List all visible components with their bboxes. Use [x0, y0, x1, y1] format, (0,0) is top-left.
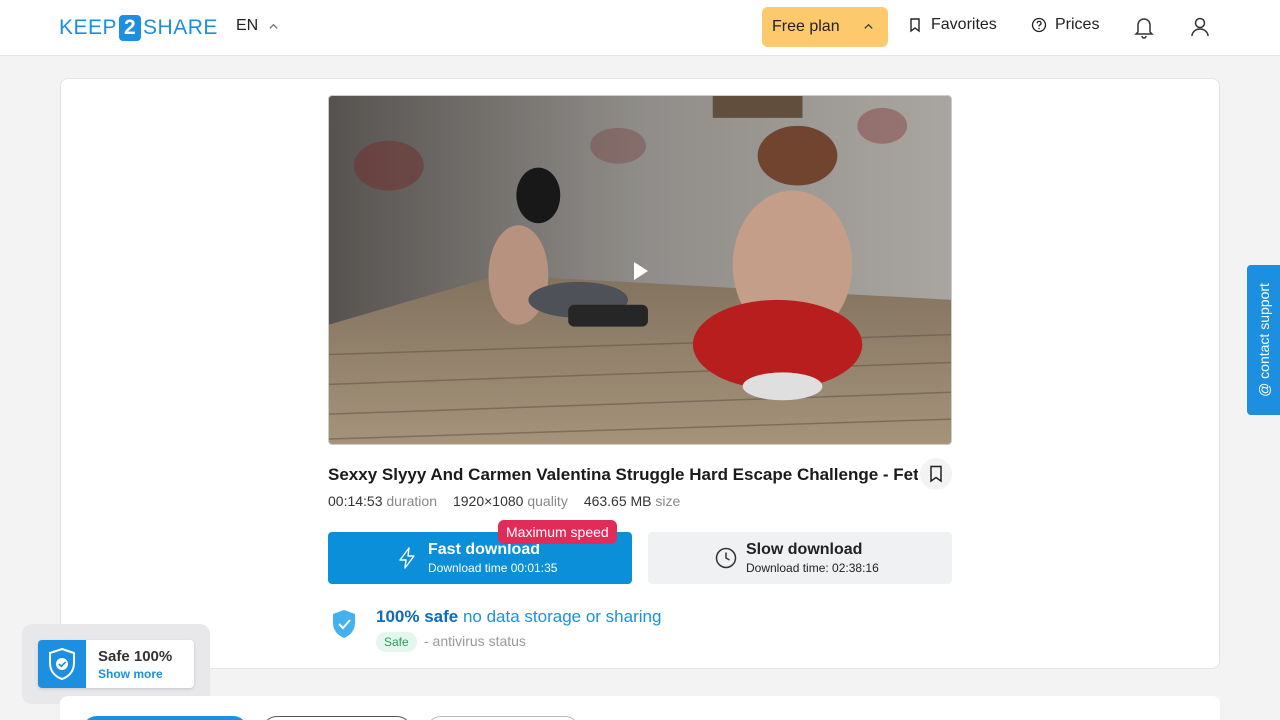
antivirus-badge: Safe	[376, 632, 417, 652]
tab-pill[interactable]	[262, 716, 412, 720]
contact-support-tab[interactable]: @ contact support	[1247, 265, 1280, 415]
quality-value: 1920×1080	[452, 493, 524, 509]
logo-share: SHARE	[143, 15, 218, 39]
slow-download-label: Slow download	[746, 541, 863, 558]
play-icon[interactable]	[628, 259, 652, 283]
safe-widget-icon-box	[38, 640, 86, 688]
safe-widget-card[interactable]: Safe 100% Show more	[38, 640, 194, 688]
user-icon[interactable]	[1187, 14, 1213, 40]
favorites-label: Favorites	[931, 16, 997, 33]
slow-download-button[interactable]: Slow download Download time: 02:38:16	[648, 532, 952, 584]
question-circle-icon	[1031, 17, 1047, 33]
bell-icon[interactable]	[1131, 14, 1157, 40]
duration-value: 00:14:53	[328, 493, 383, 509]
logo-keep: KEEP	[59, 15, 118, 39]
shield-check-icon	[49, 647, 75, 681]
clock-icon	[715, 547, 737, 569]
tab-pill[interactable]	[426, 716, 580, 720]
top-bar: KEEP 2 SHARE EN Free plan Favorites Pric…	[0, 0, 1280, 56]
chevron-up-icon	[269, 23, 278, 29]
bookmark-icon	[910, 18, 920, 33]
maximum-speed-badge: Maximum speed	[498, 520, 617, 544]
safe-widget-title: Safe 100%	[98, 648, 173, 665]
shield-check-icon	[333, 610, 355, 638]
duration-label: duration	[386, 493, 437, 509]
logo[interactable]: KEEP 2 SHARE	[59, 14, 218, 41]
contact-support-label: @ contact support	[1255, 283, 1272, 397]
slow-download-time: Download time: 02:38:16	[746, 561, 879, 575]
quality-label: quality	[527, 493, 568, 509]
antivirus-status-label: - antivirus status	[424, 633, 526, 649]
file-meta: 00:14:53 duration 1920×1080 quality 463.…	[328, 493, 680, 509]
tab-pill-active[interactable]	[82, 716, 248, 720]
show-more-link[interactable]: Show more	[98, 667, 163, 681]
safety-statement: 100% safe no data storage or sharing	[376, 607, 661, 627]
lightning-icon	[399, 547, 415, 569]
size-value: 463.65 MB	[583, 493, 652, 509]
free-plan-label: Free plan	[772, 18, 840, 35]
prices-label: Prices	[1055, 16, 1100, 33]
bookmark-icon	[930, 465, 942, 483]
bookmark-button[interactable]	[920, 458, 952, 490]
language-selector[interactable]: EN	[236, 17, 279, 35]
safety-strong: 100% safe	[376, 607, 459, 626]
prices-link[interactable]: Prices	[1031, 16, 1099, 34]
fast-download-time: Download time 00:01:35	[428, 561, 558, 575]
quality-group: 1920×1080 quality	[453, 493, 568, 509]
favorites-link[interactable]: Favorites	[907, 16, 997, 34]
duration-group: 00:14:53 duration	[328, 493, 437, 509]
language-label: EN	[236, 17, 259, 34]
file-title: Sexxy Slyyy And Carmen Valentina Struggl…	[328, 465, 918, 484]
size-label: size	[655, 493, 681, 509]
size-group: 463.65 MB size	[584, 493, 681, 509]
safety-rest: no data storage or sharing	[458, 607, 662, 626]
free-plan-button[interactable]: Free plan	[762, 7, 888, 47]
logo-two: 2	[119, 14, 142, 41]
chevron-up-icon	[864, 23, 873, 29]
